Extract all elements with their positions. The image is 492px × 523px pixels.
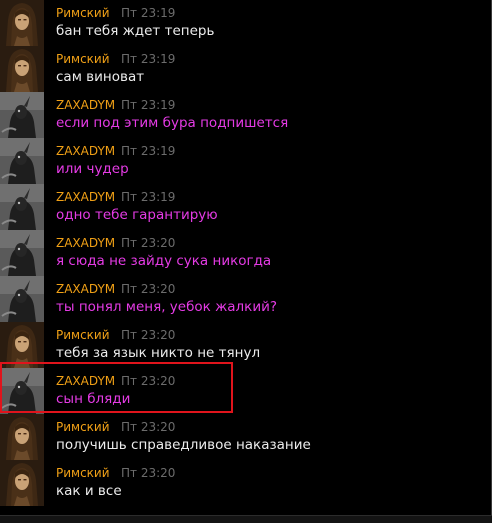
grey-creature-avatar-icon[interactable]	[0, 368, 44, 414]
message-timestamp: Пт 23:20	[121, 328, 176, 342]
chat-message: Римский Пт 23:19 сам виноват	[0, 46, 492, 92]
message-text: или чудер	[56, 161, 129, 177]
message-timestamp: Пт 23:20	[121, 282, 176, 296]
message-author[interactable]: ZAXADYM	[56, 282, 115, 296]
message-author[interactable]: Римский	[56, 6, 110, 20]
message-text: одно тебе гарантирую	[56, 207, 218, 223]
grey-creature-avatar-icon[interactable]	[0, 184, 44, 230]
chat-message: ZAXADYM Пт 23:19 одно тебе гарантирую	[0, 184, 492, 230]
chat-log: Римский Пт 23:19 бан тебя ждет теперь Ри…	[0, 0, 492, 515]
message-timestamp: Пт 23:19	[121, 52, 176, 66]
message-text: если под этим бура подпишется	[56, 115, 289, 131]
message-text: ты понял меня, уебок жалкий?	[56, 299, 278, 315]
grey-creature-avatar-icon[interactable]	[0, 138, 44, 184]
chat-message: ZAXADYM Пт 23:20 я сюда не зайду сука ни…	[0, 230, 492, 276]
long-haired-warrior-avatar-icon[interactable]	[0, 46, 44, 92]
message-author[interactable]: Римский	[56, 466, 110, 480]
message-author[interactable]: Римский	[56, 52, 110, 66]
message-timestamp: Пт 23:20	[121, 374, 176, 388]
message-text: бан тебя ждет теперь	[56, 23, 215, 39]
chat-message: Римский Пт 23:20 как и все	[0, 460, 492, 506]
message-text: я сюда не зайду сука никогда	[56, 253, 272, 269]
message-text: сам виноват	[56, 69, 145, 85]
message-author[interactable]: ZAXADYM	[56, 374, 115, 388]
message-text: тебя за язык никто не тянул	[56, 345, 261, 361]
message-author[interactable]: Римский	[56, 420, 110, 434]
message-text: сын бляди	[56, 391, 131, 407]
message-author[interactable]: ZAXADYM	[56, 144, 115, 158]
message-timestamp: Пт 23:20	[121, 420, 176, 434]
chat-message: ZAXADYM Пт 23:19 или чудер	[0, 138, 492, 184]
grey-creature-avatar-icon[interactable]	[0, 276, 44, 322]
message-author[interactable]: ZAXADYM	[56, 98, 115, 112]
message-author[interactable]: Римский	[56, 328, 110, 342]
grey-creature-avatar-icon[interactable]	[0, 230, 44, 276]
message-timestamp: Пт 23:19	[121, 190, 176, 204]
chat-message: ZAXADYM Пт 23:20 ты понял меня, уебок жа…	[0, 276, 492, 322]
message-text: получишь справедливое наказание	[56, 437, 311, 453]
long-haired-warrior-avatar-icon[interactable]	[0, 460, 44, 506]
message-timestamp: Пт 23:20	[121, 236, 176, 250]
message-timestamp: Пт 23:19	[121, 98, 176, 112]
grey-creature-avatar-icon[interactable]	[0, 92, 44, 138]
message-timestamp: Пт 23:19	[121, 144, 176, 158]
long-haired-warrior-avatar-icon[interactable]	[0, 414, 44, 460]
long-haired-warrior-avatar-icon[interactable]	[0, 0, 44, 46]
message-timestamp: Пт 23:19	[121, 6, 176, 20]
long-haired-warrior-avatar-icon[interactable]	[0, 322, 44, 368]
chat-message: ZAXADYM Пт 23:20 сын бляди	[0, 368, 492, 414]
chat-message: Римский Пт 23:19 бан тебя ждет теперь	[0, 0, 492, 46]
message-author[interactable]: ZAXADYM	[56, 236, 115, 250]
chat-bottom-bar	[0, 515, 492, 523]
chat-message: ZAXADYM Пт 23:19 если под этим бура подп…	[0, 92, 492, 138]
message-text: как и все	[56, 483, 122, 499]
chat-message: Римский Пт 23:20 получишь справедливое н…	[0, 414, 492, 460]
message-author[interactable]: ZAXADYM	[56, 190, 115, 204]
chat-message: Римский Пт 23:20 тебя за язык никто не т…	[0, 322, 492, 368]
message-timestamp: Пт 23:20	[121, 466, 176, 480]
